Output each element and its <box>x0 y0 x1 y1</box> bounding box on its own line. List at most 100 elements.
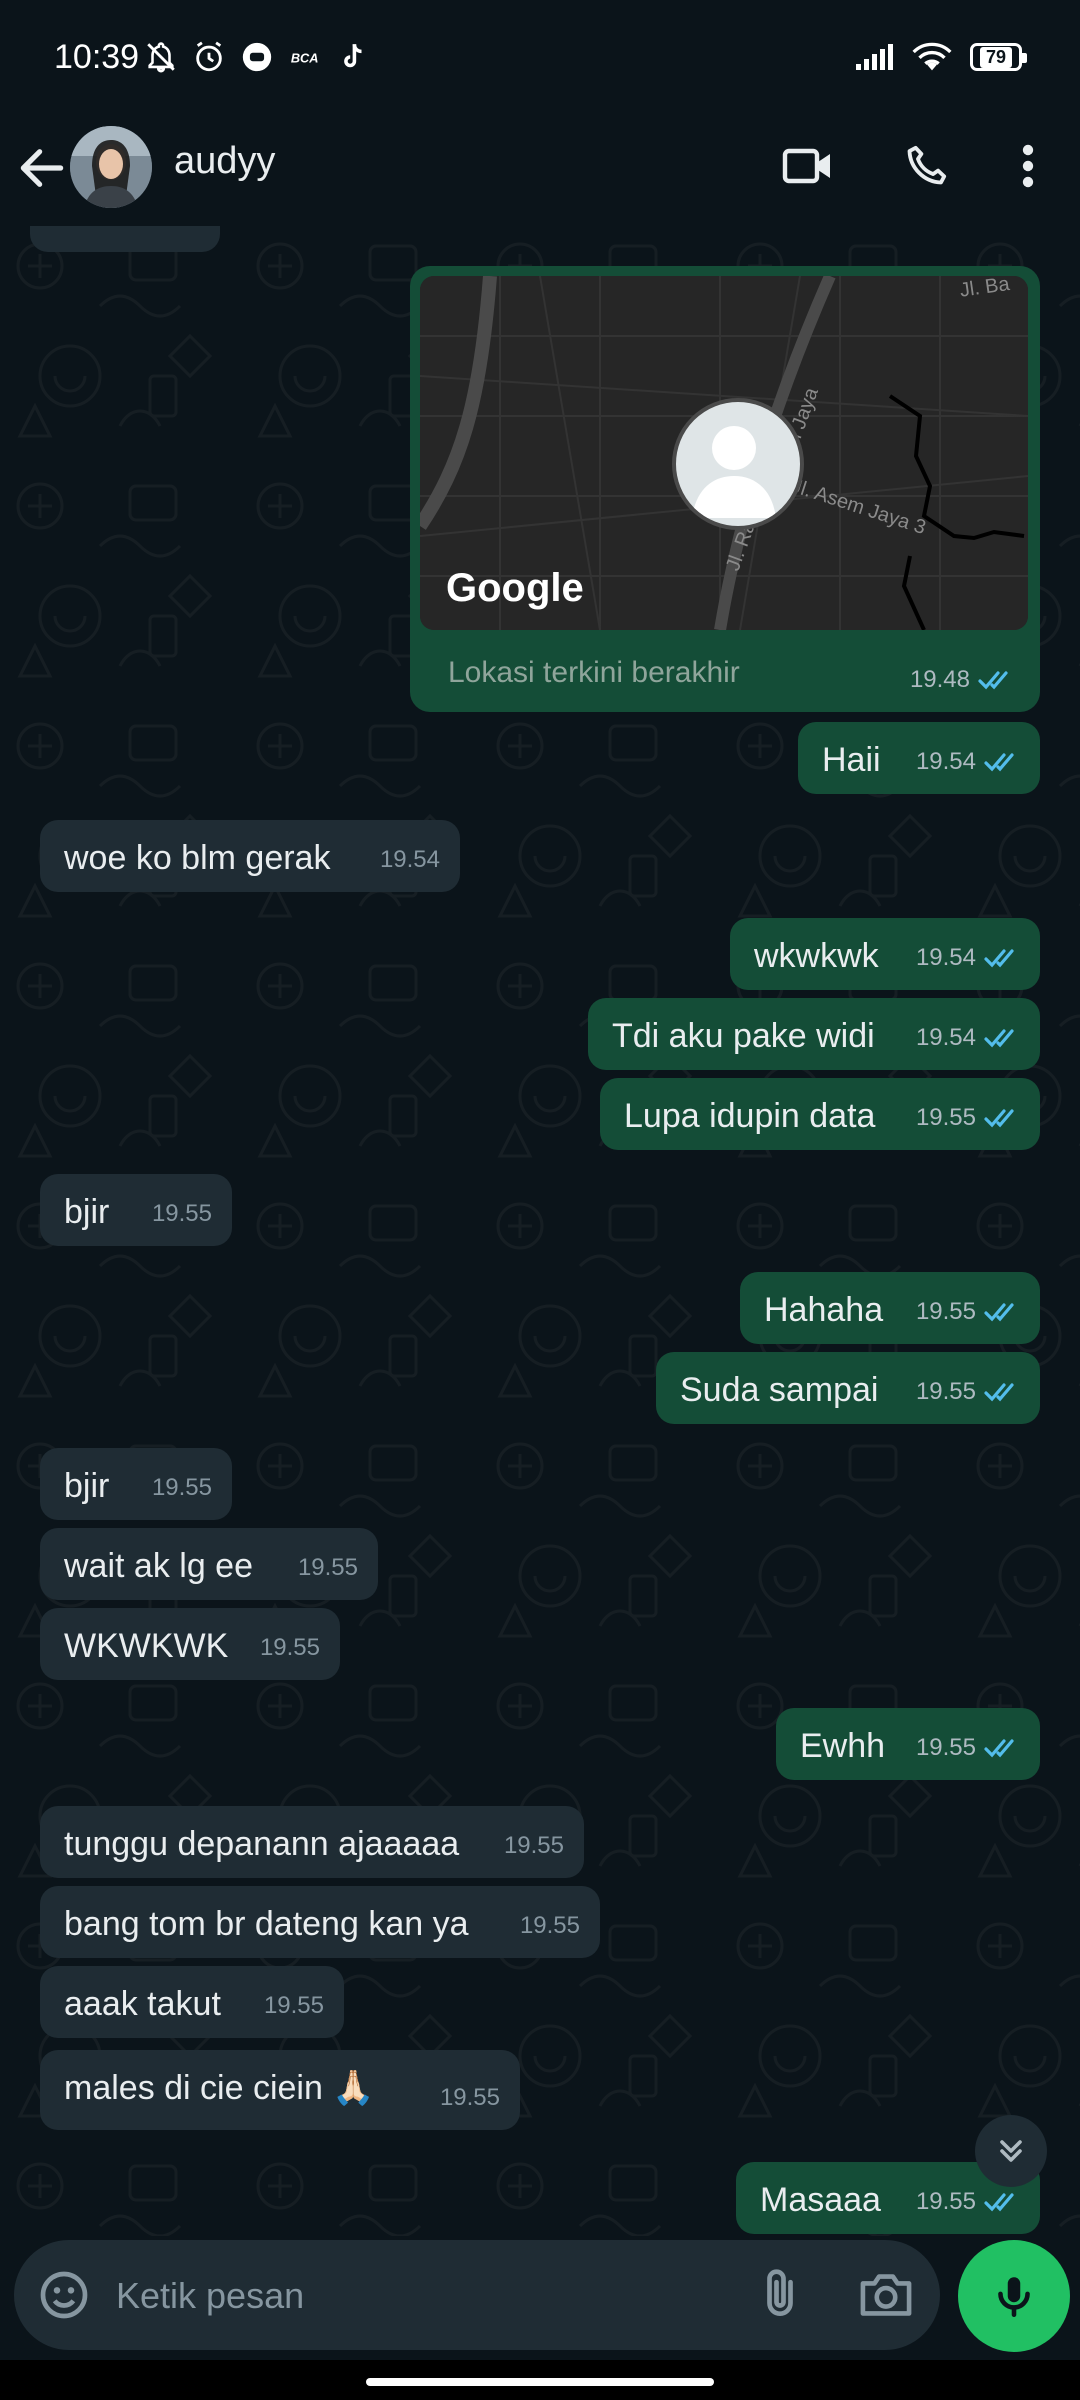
message-text: tunggu depanann ajaaaaa <box>64 1825 460 1863</box>
map-preview[interactable]: Jl. Ba n Jaya Jl. Raya Jl. Asem Jaya 3 G… <box>420 276 1028 630</box>
incoming-message[interactable]: WKWKWK 19.55 <box>40 1608 340 1680</box>
system-nav-bar <box>0 2360 1080 2400</box>
message-meta: 19.55 <box>916 1292 1020 1332</box>
wifi-icon <box>912 42 952 71</box>
incoming-message[interactable]: males di cie ciein 🙏🏻 19.55 <box>40 2050 520 2130</box>
svg-text:BCA: BCA <box>291 51 319 66</box>
more-vert-icon[interactable] <box>996 134 1060 198</box>
message-meta: 19.55 <box>916 1728 1020 1768</box>
outgoing-message[interactable]: wkwkwk 19.54 <box>730 918 1040 990</box>
home-gesture-bar[interactable] <box>366 2378 714 2386</box>
mic-button[interactable] <box>958 2240 1070 2352</box>
double-check-icon <box>978 671 1008 690</box>
incoming-message[interactable]: bjir 19.55 <box>40 1448 232 1520</box>
attach-icon[interactable] <box>752 2267 808 2323</box>
message-time: 19.55 <box>519 1912 580 1939</box>
outgoing-message[interactable]: Tdi aku pake widi 19.54 <box>588 998 1040 1070</box>
incoming-message[interactable]: bang tom br dateng kan ya 19.55 <box>40 1886 600 1958</box>
message-time: 19.55 <box>151 1474 212 1501</box>
location-user-avatar <box>672 398 804 530</box>
message-text: males di cie ciein 🙏🏻 <box>64 2069 375 2107</box>
message-meta: 19.55 <box>152 1194 212 1234</box>
message-time: 19.55 <box>915 1378 976 1405</box>
contact-name[interactable]: audyy <box>174 140 275 183</box>
message-time: 19.54 <box>915 748 976 775</box>
status-notification-icons: BCA <box>144 40 370 74</box>
message-text: wait ak lg ee <box>64 1547 253 1585</box>
voice-call-icon[interactable] <box>894 134 958 198</box>
outgoing-message[interactable]: Ewhh 19.55 <box>776 1708 1040 1780</box>
message-time: 19.55 <box>915 1298 976 1325</box>
message-meta: 19.54 <box>916 742 1020 782</box>
incoming-message[interactable]: bjir 19.55 <box>40 1174 232 1246</box>
composer <box>14 2240 940 2352</box>
camera-icon[interactable] <box>856 2267 916 2323</box>
message-time: 19.55 <box>503 1832 564 1859</box>
avatar[interactable] <box>70 126 152 208</box>
incoming-message[interactable]: tunggu depanann ajaaaaa 19.55 <box>40 1806 584 1878</box>
message-text: aaak takut <box>64 1985 221 2023</box>
alarm-icon <box>192 40 226 74</box>
mute-icon <box>144 40 178 74</box>
double-check-icon <box>984 753 1014 772</box>
message-text: Ewhh <box>800 1727 886 1765</box>
message-text: wkwkwk <box>754 937 879 975</box>
double-check-icon <box>984 1383 1014 1402</box>
message-time: 19.55 <box>151 1200 212 1227</box>
message-text: Haii <box>822 741 881 779</box>
message-time: 19.55 <box>439 2084 500 2111</box>
message-meta: 19.48 <box>910 666 1014 694</box>
battery-level: 79 <box>979 46 1013 68</box>
message-text: Suda sampai <box>680 1371 879 1409</box>
incoming-message[interactable]: aaak takut 19.55 <box>40 1966 344 2038</box>
message-meta: 19.55 <box>916 1372 1020 1412</box>
message-text: woe ko blm gerak <box>64 839 331 877</box>
status-bar: 10:39 BCA 79 <box>0 0 1080 112</box>
double-check-icon <box>984 1303 1014 1322</box>
message-time: 19.55 <box>259 1634 320 1661</box>
chat-header: audyy <box>0 112 1080 227</box>
message-bubble-partial <box>30 226 220 252</box>
message-meta: 19.54 <box>916 1018 1020 1058</box>
message-text: bjir <box>64 1193 110 1231</box>
message-meta: 19.55 <box>298 1548 358 1588</box>
message-time: 19.55 <box>915 1104 976 1131</box>
chat-app-icon <box>240 40 274 74</box>
emoji-icon[interactable] <box>36 2267 92 2323</box>
battery-indicator: 79 <box>970 43 1027 71</box>
message-meta: 19.54 <box>380 840 440 880</box>
message-text: bjir <box>64 1467 110 1505</box>
message-text: Tdi aku pake widi <box>612 1017 875 1055</box>
double-check-icon <box>984 949 1014 968</box>
message-text: Hahaha <box>764 1291 884 1329</box>
message-meta: 19.55 <box>520 1906 580 1946</box>
incoming-message[interactable]: wait ak lg ee 19.55 <box>40 1528 378 1600</box>
bank-app-icon: BCA <box>288 40 322 74</box>
message-time: 19.55 <box>915 2188 976 2215</box>
mic-icon <box>998 2277 1030 2318</box>
back-arrow-icon[interactable] <box>14 138 70 198</box>
message-time: 19.55 <box>263 1992 324 2019</box>
message-time: 19.55 <box>297 1554 358 1581</box>
outgoing-message[interactable]: Haii 19.54 <box>798 722 1040 794</box>
double-check-icon <box>984 1029 1014 1048</box>
message-meta: 19.55 <box>916 2182 1020 2222</box>
message-time: 19.54 <box>915 1024 976 1051</box>
status-system-icons: 79 <box>854 42 1027 72</box>
outgoing-message[interactable]: Hahaha 19.55 <box>740 1272 1040 1344</box>
video-call-icon[interactable] <box>776 134 840 198</box>
message-input[interactable] <box>114 2240 738 2352</box>
incoming-message[interactable]: woe ko blm gerak 19.54 <box>40 820 460 892</box>
double-check-icon <box>984 1739 1014 1758</box>
outgoing-message[interactable]: Lupa idupin data 19.55 <box>600 1078 1040 1150</box>
scroll-to-bottom-button[interactable] <box>975 2115 1047 2187</box>
message-text: bang tom br dateng kan ya <box>64 1905 469 1943</box>
message-meta: 19.55 <box>260 1628 320 1668</box>
live-location-message[interactable]: Jl. Ba n Jaya Jl. Raya Jl. Asem Jaya 3 G… <box>410 266 1040 712</box>
message-meta: 19.55 <box>264 1986 324 2026</box>
message-meta: 19.55 <box>440 2078 500 2118</box>
message-list[interactable]: Jl. Ba n Jaya Jl. Raya Jl. Asem Jaya 3 G… <box>0 226 1080 2236</box>
signal-icon <box>856 44 893 70</box>
outgoing-message[interactable]: Suda sampai 19.55 <box>656 1352 1040 1424</box>
message-text: WKWKWK <box>64 1627 229 1665</box>
